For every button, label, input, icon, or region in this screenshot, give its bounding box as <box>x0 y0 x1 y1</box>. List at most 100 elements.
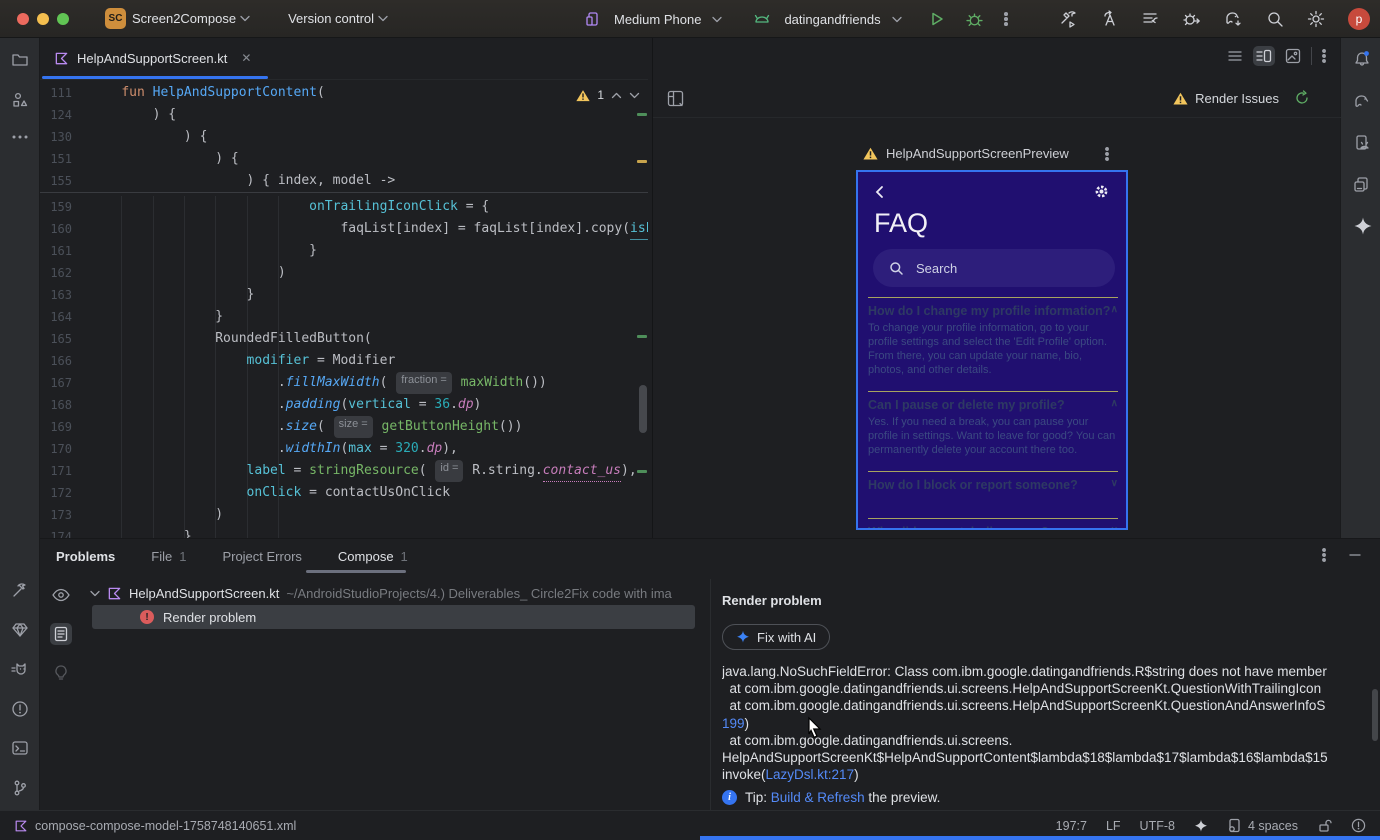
code-line[interactable]: 170 . widthIn(max = 320. dp), <box>40 438 648 460</box>
tab-file[interactable]: File 1 <box>151 549 186 564</box>
code-line[interactable]: 159 onTrailingIconClick = { <box>40 196 648 218</box>
run-config-selector[interactable]: datingandfriends <box>784 12 880 27</box>
more-actions-icon[interactable] <box>1003 11 1008 27</box>
device-selector[interactable]: Medium Phone <box>614 12 701 27</box>
phone-settings-gear-icon[interactable] <box>1093 183 1110 200</box>
zoom-button[interactable] <box>57 12 69 25</box>
caret-position[interactable]: 197:7 <box>1056 819 1087 833</box>
code-line[interactable]: 161 } <box>40 240 648 262</box>
build-run-icon[interactable] <box>1060 10 1078 28</box>
trace-link[interactable]: 199 <box>722 716 745 731</box>
code-line[interactable]: 171 label = stringResource( id = R.strin… <box>40 460 648 482</box>
preview-item-menu-icon[interactable] <box>1105 146 1109 162</box>
phone-preview[interactable]: FAQ Search How do I change my profile in… <box>856 170 1128 530</box>
split-view-toggle[interactable] <box>1253 46 1275 66</box>
search-input[interactable]: Search <box>873 249 1115 287</box>
panel-options-kebab-icon[interactable] <box>1322 547 1326 563</box>
build-hammer-icon[interactable] <box>11 581 29 599</box>
code-line[interactable]: 111 fun HelpAndSupportContent( <box>40 82 648 104</box>
panel-splitter[interactable] <box>710 579 711 810</box>
render-issues-status[interactable]: Render Issues <box>1173 90 1310 106</box>
faq-question[interactable]: Can I pause or delete my profile? ∧ <box>868 398 1118 412</box>
details-scrollbar[interactable] <box>1372 689 1378 741</box>
code-line[interactable]: 167 . fillMaxWidth( fraction = maxWidth()… <box>40 372 648 394</box>
quickfix-bulb-icon[interactable] <box>54 665 68 681</box>
vcs-menu[interactable]: Version control <box>288 11 374 26</box>
minimize-panel-icon[interactable] <box>1348 548 1362 562</box>
render-problem-row[interactable]: ! Render problem <box>92 605 695 629</box>
running-devices-icon[interactable] <box>1353 134 1371 152</box>
details-view-toggle[interactable] <box>50 623 72 645</box>
chevron-down-icon[interactable] <box>90 590 100 597</box>
code-line[interactable]: 172 onClick = contactUsOnClick <box>40 482 648 504</box>
next-warning-icon[interactable] <box>629 92 640 99</box>
run-button[interactable] <box>929 11 945 27</box>
problems-title[interactable]: Problems <box>56 549 115 564</box>
logcat-cat-icon[interactable] <box>11 660 29 678</box>
ai-rename-icon[interactable] <box>1101 10 1119 28</box>
code-line[interactable]: 124 ) { <box>40 104 648 126</box>
code-view-icon[interactable] <box>1227 48 1243 64</box>
editor-scrollbar[interactable] <box>639 385 647 433</box>
preview-menu-kebab-icon[interactable] <box>1322 48 1326 64</box>
user-avatar[interactable]: p <box>1348 8 1370 30</box>
code-line[interactable]: 160 faqList[index] = faqList[index].copy… <box>40 218 648 240</box>
ui-check-mode-icon[interactable] <box>667 90 684 107</box>
code-line[interactable]: 151 ) { <box>40 148 648 170</box>
code-line[interactable]: 166 modifier = Modifier <box>40 350 648 372</box>
refresh-icon[interactable] <box>1294 90 1310 106</box>
code-editor[interactable]: HelpAndSupportScreen.kt ✕ 111 fun HelpAn… <box>40 38 648 538</box>
unlocked-icon[interactable] <box>1317 818 1332 833</box>
notifications-bell-icon[interactable] <box>1353 50 1371 68</box>
prev-warning-icon[interactable] <box>611 92 622 99</box>
gradle-sync-icon[interactable] <box>1224 10 1243 28</box>
build-refresh-link[interactable]: Build & Refresh <box>771 790 865 805</box>
profiler-icon[interactable] <box>1183 10 1201 28</box>
task-list-icon[interactable] <box>1142 10 1160 28</box>
tab-project-errors[interactable]: Project Errors <box>222 549 301 564</box>
code-line[interactable]: 163 } <box>40 284 648 306</box>
search-icon[interactable] <box>1266 10 1284 28</box>
code-line[interactable]: 155 ) { index, model -> <box>40 170 648 192</box>
error-highlight-icon[interactable] <box>1351 818 1366 833</box>
trace-link[interactable]: LazyDsl.kt:217 <box>766 767 855 782</box>
preview-eye-icon[interactable] <box>52 588 70 602</box>
inspection-widget[interactable]: 1 <box>576 88 640 102</box>
preview-name-row[interactable]: HelpAndSupportScreenPreview <box>863 146 1069 161</box>
code-line[interactable]: 169 . size( size = getButtonHeight()) <box>40 416 648 438</box>
terminal-icon[interactable] <box>11 739 29 757</box>
code-line[interactable]: 130 ) { <box>40 126 648 148</box>
layout-inspector-icon[interactable] <box>1353 176 1371 194</box>
code-line[interactable]: 162 ) <box>40 262 648 284</box>
fix-with-ai-button[interactable]: Fix with AI <box>722 624 831 650</box>
line-ending[interactable]: LF <box>1106 819 1121 833</box>
git-branch-icon[interactable] <box>11 779 29 797</box>
design-view-icon[interactable] <box>1285 48 1301 64</box>
code-line[interactable]: 173 ) <box>40 504 648 526</box>
status-file-name[interactable]: compose-compose-model-1758748140651.xml <box>35 819 296 833</box>
code-line[interactable]: 174 } <box>40 526 648 538</box>
editor-tab[interactable]: HelpAndSupportScreen.kt ✕ <box>42 38 263 78</box>
code-line[interactable]: 164 } <box>40 306 648 328</box>
minimize-button[interactable] <box>37 12 49 25</box>
settings-gear-icon[interactable] <box>1307 10 1325 28</box>
project-menu[interactable]: Screen2Compose <box>132 11 236 26</box>
ai-status-spark-icon[interactable] <box>1194 819 1208 833</box>
code-line[interactable]: 168 . padding(vertical = 36. dp) <box>40 394 648 416</box>
structure-icon[interactable] <box>11 91 29 109</box>
back-chevron-icon[interactable] <box>874 185 886 199</box>
problems-icon[interactable] <box>11 700 29 718</box>
problems-tree-file-row[interactable]: HelpAndSupportScreen.kt ~/AndroidStudioP… <box>90 581 672 605</box>
faq-question[interactable]: Why did my match disappear?∨ <box>868 525 1118 528</box>
project-folder-icon[interactable] <box>11 51 29 69</box>
code-line[interactable]: 165 RoundedFilledButton( <box>40 328 648 350</box>
close-tab-icon[interactable]: ✕ <box>241 51 251 65</box>
tab-compose[interactable]: Compose 1 <box>338 549 408 564</box>
app-insights-gem-icon[interactable] <box>11 621 29 639</box>
close-button[interactable] <box>17 12 29 25</box>
faq-question[interactable]: How do I block or report someone? ∨ <box>868 478 1118 492</box>
more-tool-windows-icon[interactable] <box>11 134 29 140</box>
gemini-spark-icon[interactable] <box>1353 216 1373 236</box>
file-encoding[interactable]: UTF-8 <box>1140 819 1175 833</box>
faq-question[interactable]: How do I change my profile information? ∧ <box>868 304 1118 318</box>
